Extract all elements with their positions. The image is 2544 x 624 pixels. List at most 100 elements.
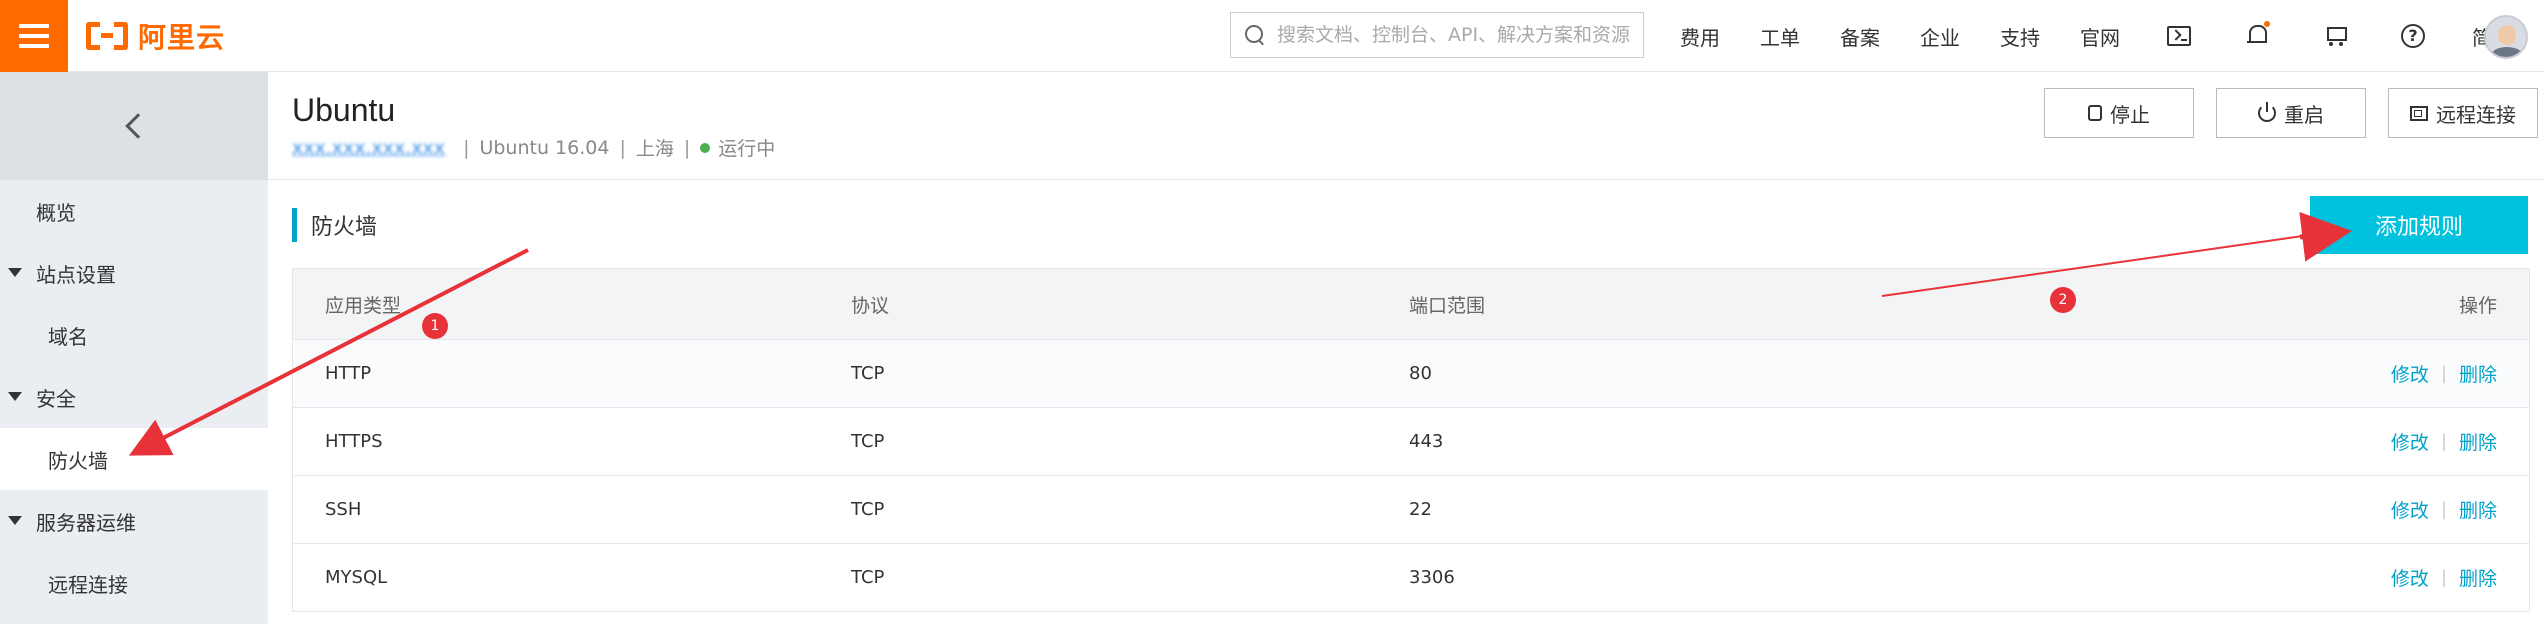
separator: |: [2440, 567, 2447, 588]
cell-actions: 修改 | 删除: [2109, 496, 2529, 523]
edit-link[interactable]: 修改: [2391, 496, 2429, 523]
separator: |: [2440, 431, 2447, 452]
cell-port: 80: [1409, 363, 1432, 384]
sidebar-group-server-ops[interactable]: 服务器运维: [0, 490, 268, 552]
edit-link[interactable]: 修改: [2391, 564, 2429, 591]
main-content: Ubuntu xxx.xxx.xxx.xxx | Ubuntu 16.04 | …: [268, 72, 2544, 624]
nav-item-enterprise[interactable]: 企业: [1920, 22, 1960, 51]
sidebar-group-security[interactable]: 安全: [0, 366, 268, 428]
cell-actions: 修改 | 删除: [2109, 360, 2529, 387]
sidebar-item-remote-connect[interactable]: 远程连接: [0, 552, 268, 614]
bell-icon: [2247, 25, 2267, 47]
top-nav: 费用 工单 备案 企业 支持 官网 ? 简体: [1680, 0, 2544, 72]
menu-icon-bar: [19, 34, 49, 38]
search-box[interactable]: [1230, 12, 1644, 58]
table-header: 应用类型 协议 端口范围 操作: [293, 269, 2529, 339]
edit-link[interactable]: 修改: [2391, 360, 2429, 387]
cell-port: 22: [1409, 499, 1432, 520]
restart-button[interactable]: 重启: [2216, 88, 2366, 138]
cell-app-type: SSH: [325, 499, 362, 520]
restart-label: 重启: [2284, 102, 2324, 127]
instance-status: 运行中: [718, 138, 776, 160]
sidebar-item-label: 域名: [48, 324, 88, 349]
remote-connect-button[interactable]: 远程连接: [2388, 88, 2538, 138]
sidebar-item-label: 服务器运维: [36, 510, 136, 535]
edit-link[interactable]: 修改: [2391, 428, 2429, 455]
column-header-protocol: 协议: [851, 294, 890, 317]
help-button[interactable]: ?: [2394, 17, 2432, 55]
sidebar: 概览 站点设置 域名 安全 防火墙 服务器运维 远程连接: [0, 72, 268, 624]
cell-actions: 修改 | 删除: [2109, 564, 2529, 591]
user-avatar[interactable]: [2484, 15, 2528, 59]
cell-actions: 修改 | 删除: [2109, 428, 2529, 455]
cell-port: 443: [1409, 431, 1444, 452]
cell-protocol: TCP: [851, 431, 885, 452]
delete-link[interactable]: 删除: [2459, 428, 2497, 455]
remote-desktop-icon: [2410, 105, 2428, 121]
cell-port: 3306: [1409, 567, 1455, 588]
table-row: HTTP TCP 80 修改 | 删除: [293, 339, 2529, 407]
firewall-rules-table: 应用类型 协议 端口范围 操作 HTTP TCP 80 修改 | 删除 HTTP…: [292, 268, 2530, 612]
nav-item-tickets[interactable]: 工单: [1760, 22, 1800, 51]
sidebar-group-site-settings[interactable]: 站点设置: [0, 242, 268, 304]
sidebar-item-label: 概览: [36, 200, 76, 225]
sidebar-item-label: 站点设置: [36, 262, 116, 287]
nav-item-support[interactable]: 支持: [2000, 22, 2040, 51]
notification-dot: [2264, 21, 2270, 27]
stop-label: 停止: [2110, 102, 2150, 127]
instance-os: Ubuntu 16.04: [479, 136, 610, 159]
instance-ip-link[interactable]: xxx.xxx.xxx.xxx: [292, 137, 445, 159]
instance-header: Ubuntu xxx.xxx.xxx.xxx | Ubuntu 16.04 | …: [268, 72, 2544, 180]
stop-button[interactable]: 停止: [2044, 88, 2194, 138]
power-icon: [2258, 102, 2276, 122]
caret-down-icon: [8, 516, 22, 525]
instance-name: Ubuntu: [292, 92, 396, 128]
annotation-badge-2: 2: [2050, 287, 2076, 313]
search-input[interactable]: [1277, 24, 1643, 46]
sidebar-back-button[interactable]: [0, 72, 268, 180]
column-header-port-range: 端口范围: [1409, 294, 1486, 317]
separator: |: [2440, 499, 2447, 520]
sidebar-item-overview[interactable]: 概览: [0, 180, 268, 242]
delete-link[interactable]: 删除: [2459, 496, 2497, 523]
delete-link[interactable]: 删除: [2459, 360, 2497, 387]
instance-meta: xxx.xxx.xxx.xxx | Ubuntu 16.04 | 上海 | 运行…: [292, 134, 775, 161]
menu-icon-bar: [19, 44, 49, 48]
status-dot: [700, 142, 711, 153]
help-icon: ?: [2401, 24, 2425, 48]
terminal-button[interactable]: [2160, 17, 2198, 55]
caret-down-icon: [8, 392, 22, 401]
cell-app-type: HTTP: [325, 363, 372, 384]
cell-protocol: TCP: [851, 567, 885, 588]
column-header-actions: 操作: [2458, 294, 2497, 317]
cart-button[interactable]: [2316, 17, 2354, 55]
stop-icon: [2088, 105, 2102, 121]
caret-down-icon: [8, 268, 22, 277]
nav-item-official-site[interactable]: 官网: [2080, 22, 2120, 51]
nav-item-billing[interactable]: 费用: [1680, 22, 1720, 51]
sidebar-item-firewall[interactable]: 防火墙: [0, 428, 268, 490]
nav-item-icp[interactable]: 备案: [1840, 22, 1880, 51]
hamburger-menu-button[interactable]: [0, 0, 68, 72]
separator: |: [619, 136, 626, 159]
cell-app-type: MYSQL: [325, 567, 388, 588]
aliyun-logo-icon: [86, 22, 128, 50]
delete-link[interactable]: 删除: [2459, 564, 2497, 591]
separator: |: [683, 136, 691, 159]
sidebar-item-label: 安全: [36, 386, 76, 411]
sidebar-item-domain[interactable]: 域名: [0, 304, 268, 366]
top-bar: 阿里云 费用 工单 备案 企业 支持 官网 ? 简体: [0, 0, 2544, 72]
terminal-icon: [2167, 26, 2191, 46]
chevron-left-icon: [125, 113, 151, 139]
remote-connect-label: 远程连接: [2436, 102, 2516, 127]
brand-logo[interactable]: 阿里云: [86, 16, 225, 56]
notifications-button[interactable]: [2238, 17, 2276, 55]
brand-name: 阿里云: [138, 21, 226, 54]
separator: |: [463, 136, 470, 159]
table-row: SSH TCP 22 修改 | 删除: [293, 475, 2529, 543]
table-row: HTTPS TCP 443 修改 | 删除: [293, 407, 2529, 475]
add-rule-button[interactable]: 添加规则: [2310, 196, 2528, 254]
column-header-app-type: 应用类型: [325, 294, 402, 317]
search-icon[interactable]: [1243, 23, 1267, 47]
cell-protocol: TCP: [851, 363, 885, 384]
